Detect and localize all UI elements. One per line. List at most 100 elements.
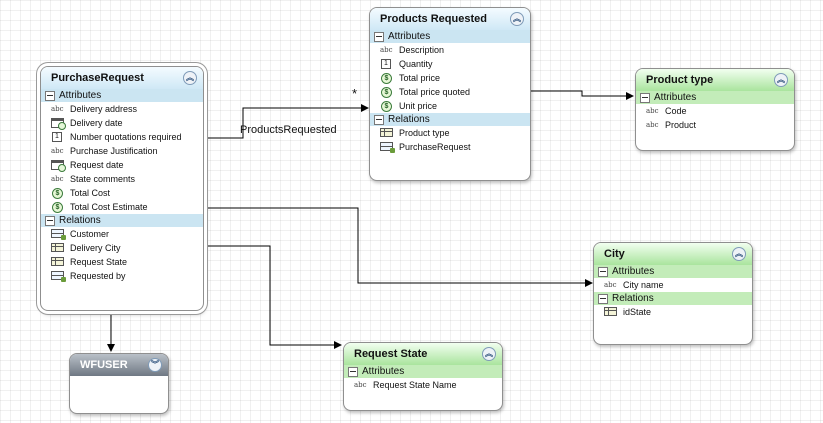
entity-header[interactable]: City ︽ [594, 243, 752, 265]
entity-header[interactable]: Request State ︽ [344, 343, 502, 365]
attribute-row[interactable]: Request date [41, 158, 203, 172]
attribute-row[interactable]: $ Total Cost [41, 186, 203, 200]
attribute-row[interactable]: abc Request State Name [344, 378, 502, 392]
attribute-row[interactable]: abc Code [636, 104, 794, 118]
relation-name: Product type [399, 128, 450, 138]
relation-row[interactable]: PurchaseRequest [370, 140, 530, 154]
attribute-row[interactable]: abc Description [370, 43, 530, 57]
entity-request-state[interactable]: Request State ︽ Attributes abc Request St… [343, 342, 503, 411]
abc-icon: abc [380, 46, 393, 54]
attribute-name: State comments [70, 174, 136, 184]
relation-name: Requested by [70, 271, 126, 281]
table-relation-icon [51, 257, 64, 266]
section-label: Attributes [612, 266, 655, 277]
entity-title: City [604, 248, 625, 260]
relations-section-header[interactable]: Relations [41, 214, 203, 227]
attribute-row[interactable]: $ Total price [370, 71, 530, 85]
entity-header[interactable]: Product type ︽ [636, 69, 794, 91]
attribute-name: Product [665, 120, 697, 130]
entity-title: Request State [354, 348, 428, 360]
attribute-row[interactable]: 1 Number quotations required [41, 130, 203, 144]
minus-box-icon[interactable] [45, 216, 55, 226]
relations-section-header[interactable]: Relations [370, 113, 530, 126]
relation-name: Request State [70, 257, 128, 267]
connector-purchaserequest-requeststate [204, 245, 342, 349]
table-relation-icon [51, 243, 64, 252]
attribute-row[interactable]: abc Purchase Justification [41, 144, 203, 158]
relation-row[interactable]: Request State [41, 255, 203, 269]
entity-header[interactable]: WFUSER ︾ [70, 354, 168, 376]
table-relation-icon [51, 229, 66, 240]
attribute-name: Purchase Justification [70, 146, 158, 156]
entity-title: Products Requested [380, 13, 487, 25]
number-icon: 1 [52, 132, 62, 142]
abc-icon: abc [646, 107, 659, 115]
table-relation-icon [380, 128, 393, 137]
attribute-row[interactable]: 1 Quantity [370, 57, 530, 71]
attribute-name: Unit price [399, 101, 438, 111]
relation-name: Customer [70, 229, 110, 239]
collapse-chevrons-icon[interactable]: ︽ [732, 247, 746, 261]
attribute-row[interactable]: $ Unit price [370, 99, 530, 113]
attribute-name: Total Cost Estimate [70, 202, 148, 212]
entity-header[interactable]: Products Requested ︽ [370, 8, 530, 30]
attributes-section-header[interactable]: Attributes [41, 89, 203, 102]
attribute-name: Total price quoted [399, 87, 471, 97]
entity-product-type[interactable]: Product type ︽ Attributes abc Code abc Pro… [635, 68, 795, 151]
minus-box-icon[interactable] [598, 294, 608, 304]
entity-title: PurchaseRequest [51, 72, 144, 84]
relation-row[interactable]: Requested by [41, 269, 203, 283]
entity-products-requested[interactable]: Products Requested ︽ Attributes abc Descr… [369, 7, 531, 181]
attribute-name: Quantity [399, 59, 433, 69]
minus-box-icon[interactable] [640, 93, 650, 103]
entity-title: WFUSER [80, 359, 128, 371]
entity-city[interactable]: City ︽ Attributes abc City name Relations… [593, 242, 753, 345]
collapse-chevrons-icon[interactable]: ︽ [482, 347, 496, 361]
relation-row[interactable]: Product type [370, 126, 530, 140]
relation-row[interactable]: Customer [41, 227, 203, 241]
relation-name: idState [623, 307, 652, 317]
minus-box-icon[interactable] [374, 115, 384, 125]
abc-icon: abc [51, 147, 64, 155]
section-label: Attributes [654, 92, 697, 103]
collapse-chevrons-icon[interactable]: ︽ [183, 71, 197, 85]
attributes-section-header[interactable]: Attributes [344, 365, 502, 378]
relation-row[interactable]: Delivery City [41, 241, 203, 255]
entity-wfuser[interactable]: WFUSER ︾ [69, 353, 169, 414]
entity-title: Product type [646, 74, 714, 86]
minus-box-icon[interactable] [374, 32, 384, 42]
minus-box-icon[interactable] [348, 367, 358, 377]
table-relation-icon [604, 307, 617, 316]
attribute-name: Request date [70, 160, 124, 170]
attribute-name: Total price [399, 73, 441, 83]
attributes-section-header[interactable]: Attributes [636, 91, 794, 104]
abc-icon: abc [604, 281, 617, 289]
entity-purchaserequest[interactable]: PurchaseRequest ︽ Attributes abc Delivery… [40, 66, 204, 311]
multiplicity-label: * [352, 86, 358, 101]
relation-row[interactable]: idState [594, 305, 752, 319]
minus-box-icon[interactable] [45, 91, 55, 101]
entity-header[interactable]: PurchaseRequest ︽ [41, 67, 203, 89]
attributes-section-header[interactable]: Attributes [594, 265, 752, 278]
attribute-row[interactable]: abc Product [636, 118, 794, 132]
table-relation-icon [51, 271, 66, 282]
currency-icon: $ [381, 101, 392, 112]
section-label: Attributes [388, 31, 431, 42]
table-relation-icon [380, 142, 395, 153]
minus-box-icon[interactable] [598, 267, 608, 277]
attribute-row[interactable]: abc State comments [41, 172, 203, 186]
attribute-row[interactable]: $ Total Cost Estimate [41, 200, 203, 214]
currency-icon: $ [52, 188, 63, 199]
relations-section-header[interactable]: Relations [594, 292, 752, 305]
attribute-row[interactable]: abc Delivery address [41, 102, 203, 116]
abc-icon: abc [354, 381, 367, 389]
attributes-section-header[interactable]: Attributes [370, 30, 530, 43]
attribute-row[interactable]: abc City name [594, 278, 752, 292]
attribute-row[interactable]: Delivery date [41, 116, 203, 130]
section-label: Relations [388, 114, 430, 125]
expand-chevrons-icon[interactable]: ︾ [148, 358, 162, 372]
collapse-chevrons-icon[interactable]: ︽ [774, 73, 788, 87]
attribute-name: Delivery date [70, 118, 123, 128]
attribute-row[interactable]: $ Total price quoted [370, 85, 530, 99]
collapse-chevrons-icon[interactable]: ︽ [510, 12, 524, 26]
